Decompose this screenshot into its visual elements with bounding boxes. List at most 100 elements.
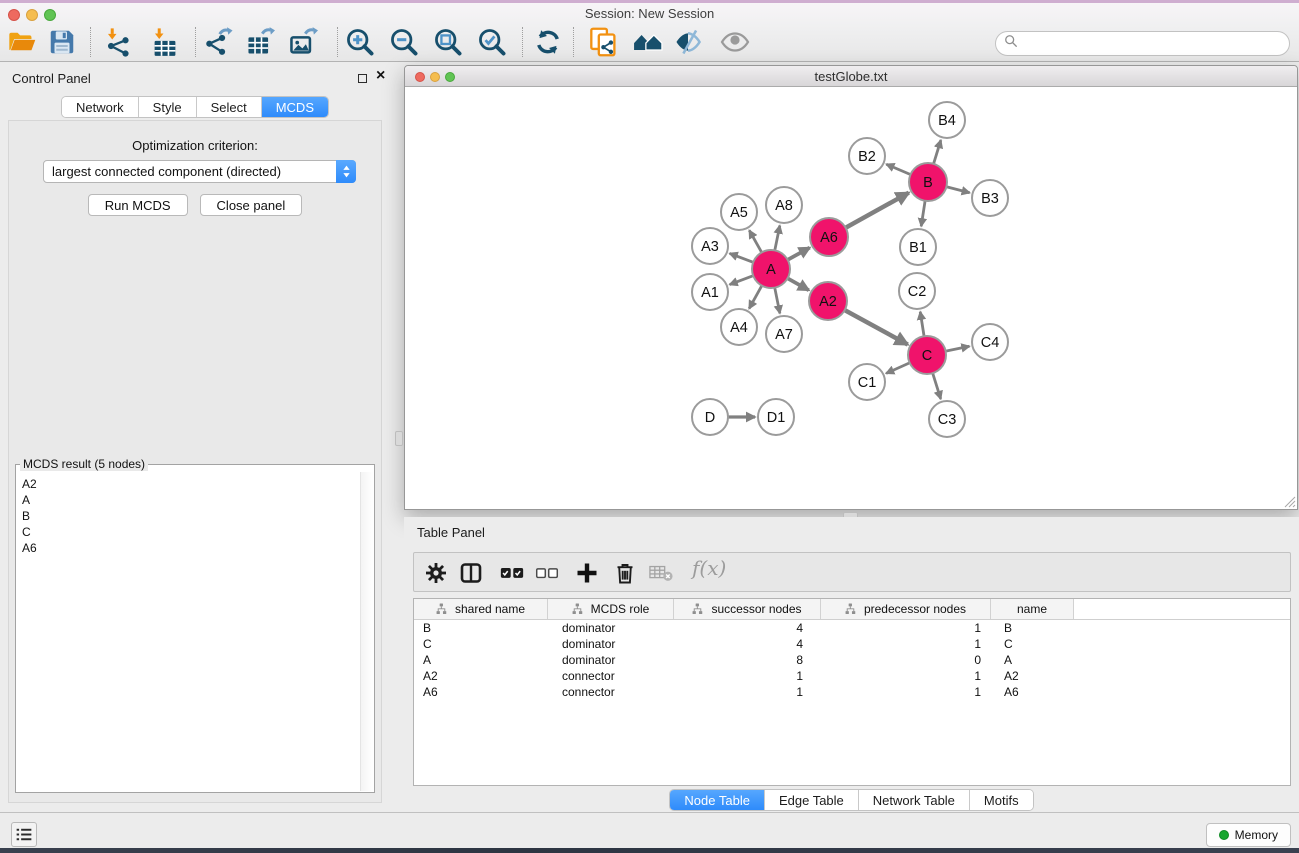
float-panel-icon[interactable] xyxy=(358,74,367,83)
control-panel-header: Control Panel × xyxy=(0,63,390,93)
deselect-all-icon[interactable] xyxy=(534,560,560,586)
window-titlebar[interactable]: Session: New Session xyxy=(0,3,1299,23)
mcds-result-item[interactable]: A2 xyxy=(22,476,360,492)
table-tabs: Node TableEdge TableNetwork TableMotifs xyxy=(404,789,1299,811)
add-column-icon[interactable] xyxy=(574,560,600,586)
table-row[interactable]: Bdominator41B xyxy=(414,620,1290,636)
graph-node-label: C xyxy=(922,348,932,364)
table-cell: 8 xyxy=(674,652,821,668)
columns-icon[interactable] xyxy=(458,560,484,586)
graph-node-label: A5 xyxy=(730,205,748,221)
graphics-details-icon[interactable] xyxy=(671,25,705,59)
delete-column-icon[interactable] xyxy=(612,560,638,586)
memory-button[interactable]: Memory xyxy=(1206,823,1291,847)
table-cell: B xyxy=(414,620,548,636)
zoom-fit-icon[interactable] xyxy=(431,25,465,59)
column-header-label: predecessor nodes xyxy=(864,602,966,616)
save-session-icon[interactable] xyxy=(45,25,79,59)
column-tree-icon xyxy=(692,603,703,615)
gear-icon[interactable] xyxy=(423,560,449,586)
memory-status-icon xyxy=(1219,830,1229,840)
graph-node-label: D1 xyxy=(767,410,786,426)
select-stepper-icon xyxy=(336,160,356,183)
import-network-icon[interactable] xyxy=(101,25,135,59)
mcds-result-title: MCDS result (5 nodes) xyxy=(20,457,148,471)
tab-node-table[interactable]: Node Table xyxy=(670,790,765,810)
table-row[interactable]: Cdominator41C xyxy=(414,636,1290,652)
tab-mcds[interactable]: MCDS xyxy=(262,97,328,117)
search-box[interactable] xyxy=(995,31,1290,56)
desktop-wallpaper-strip xyxy=(0,848,1299,853)
window-chrome: Session: New Session xyxy=(0,3,1299,62)
column-header-predecessor-nodes[interactable]: predecessor nodes xyxy=(821,599,991,619)
tab-network-table[interactable]: Network Table xyxy=(859,790,970,810)
table-header-row: shared name MCDS role successor nodes prede… xyxy=(414,599,1290,620)
result-scrollbar[interactable] xyxy=(360,472,373,791)
column-header-MCDS-role[interactable]: MCDS role xyxy=(548,599,674,619)
tab-select[interactable]: Select xyxy=(197,97,262,117)
function-builder-button[interactable]: f(x) xyxy=(692,556,726,580)
export-network-icon[interactable] xyxy=(201,25,235,59)
graph-node-label: B1 xyxy=(909,240,927,256)
table-row[interactable]: A2connector11A2 xyxy=(414,668,1290,684)
tab-motifs[interactable]: Motifs xyxy=(970,790,1033,810)
export-table-icon[interactable] xyxy=(243,25,277,59)
column-header-label: name xyxy=(1017,602,1047,616)
network-graph[interactable]: AA1A2A3A4A5A6A7A8BB1B2B3B4CC1C2C3C4DD1 xyxy=(405,87,1297,509)
network-window: testGlobe.txt AA1A2A3A4A5A6A7A8BB1B2B3B4… xyxy=(404,65,1298,510)
column-header-name[interactable]: name xyxy=(991,599,1074,619)
graph-node-label: D xyxy=(705,410,715,426)
mcds-result-item[interactable]: C xyxy=(22,524,360,540)
node-table[interactable]: shared name MCDS role successor nodes prede… xyxy=(413,598,1291,786)
run-mcds-button[interactable]: Run MCDS xyxy=(88,194,188,216)
tab-edge-table[interactable]: Edge Table xyxy=(765,790,859,810)
table-cell: C xyxy=(991,636,1074,652)
tab-style[interactable]: Style xyxy=(139,97,197,117)
table-cell: 4 xyxy=(674,620,821,636)
network-window-titlebar[interactable]: testGlobe.txt xyxy=(405,66,1297,87)
copy-network-icon[interactable] xyxy=(587,25,621,59)
vertical-split-handle[interactable] xyxy=(395,431,403,446)
column-header-successor-nodes[interactable]: successor nodes xyxy=(674,599,821,619)
optimization-select[interactable]: largest connected component (directed) xyxy=(43,160,356,183)
close-panel-button[interactable]: Close panel xyxy=(200,194,303,216)
table-cell: connector xyxy=(548,668,674,684)
network-window-title: testGlobe.txt xyxy=(405,69,1297,84)
table-cell: C xyxy=(414,636,548,652)
table-body: Bdominator41BCdominator41CAdominator80AA… xyxy=(414,620,1290,700)
resize-grip-icon[interactable] xyxy=(1282,494,1296,508)
graph-node-label: C4 xyxy=(981,335,1000,351)
graph-node-label: B3 xyxy=(981,191,999,207)
mcds-result-item[interactable]: A xyxy=(22,492,360,508)
zoom-out-icon[interactable] xyxy=(387,25,421,59)
table-row[interactable]: Adominator80A xyxy=(414,652,1290,668)
mcds-result-item[interactable]: A6 xyxy=(22,540,360,556)
zoom-selected-icon[interactable] xyxy=(475,25,509,59)
table-row[interactable]: A6connector11A6 xyxy=(414,684,1290,700)
table-cell: A xyxy=(414,652,548,668)
search-input[interactable] xyxy=(1022,34,1289,54)
select-all-icon[interactable] xyxy=(499,560,525,586)
export-image-icon[interactable] xyxy=(286,25,320,59)
delete-table-icon[interactable] xyxy=(648,560,674,586)
eye-icon[interactable] xyxy=(718,25,752,59)
column-header-shared-name[interactable]: shared name xyxy=(414,599,548,619)
graph-node-label: C3 xyxy=(938,412,957,428)
close-panel-icon[interactable]: × xyxy=(376,67,385,85)
column-header-label: successor nodes xyxy=(711,602,801,616)
import-table-icon[interactable] xyxy=(148,25,182,59)
graph-node-label: C2 xyxy=(908,284,927,300)
tab-group: NetworkStyleSelectMCDS xyxy=(61,96,329,118)
task-history-button[interactable] xyxy=(11,822,37,847)
application-window: Session: New Session Control Panel × Net… xyxy=(0,0,1299,853)
tab-network[interactable]: Network xyxy=(62,97,139,117)
zoom-in-icon[interactable] xyxy=(343,25,377,59)
mcds-result-item[interactable]: B xyxy=(22,508,360,524)
open-session-icon[interactable] xyxy=(5,25,39,59)
mcds-result-list[interactable]: A2ABCA6 xyxy=(17,473,360,791)
column-header-label: MCDS role xyxy=(591,602,650,616)
home-icon[interactable] xyxy=(631,25,665,59)
network-canvas[interactable]: AA1A2A3A4A5A6A7A8BB1B2B3B4CC1C2C3C4DD1 xyxy=(405,87,1297,509)
table-toolbar: f(x) xyxy=(413,552,1291,592)
refresh-layout-icon[interactable] xyxy=(531,25,565,59)
